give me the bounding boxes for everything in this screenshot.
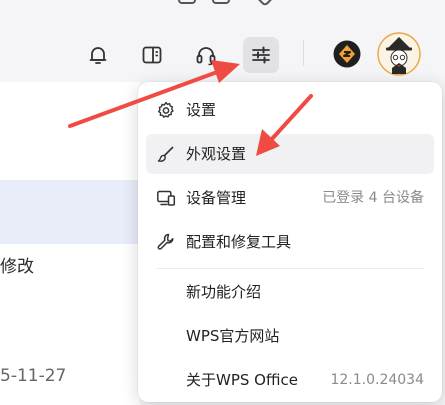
brush-icon xyxy=(157,146,174,162)
toolbar-divider xyxy=(303,40,304,66)
document-list-panel: 修改 5-11-27 xyxy=(0,82,140,405)
menu-item-repair-tools[interactable]: 配置和修复工具 xyxy=(146,222,434,262)
toolbar-partial-icon xyxy=(178,0,196,4)
devices-icon xyxy=(157,190,176,206)
top-toolbar xyxy=(0,0,445,82)
headset-icon xyxy=(196,47,216,66)
avatar[interactable] xyxy=(377,32,421,76)
menu-item-device-management[interactable]: 设备管理 已登录 4 台设备 xyxy=(146,178,434,218)
membership-badge-button[interactable] xyxy=(329,36,365,72)
menu-item-wps-website[interactable]: WPS官方网站 xyxy=(146,316,434,356)
menu-item-about[interactable]: 关于WPS Office 12.1.0.24034 xyxy=(146,360,434,400)
selected-list-row[interactable] xyxy=(0,180,140,244)
menu-item-label: WPS官方网站 xyxy=(186,327,280,345)
version-number: 12.1.0.24034 xyxy=(330,372,424,388)
menu-item-label: 新功能介绍 xyxy=(186,283,262,301)
menu-divider xyxy=(156,268,424,269)
menu-item-label: 外观设置 xyxy=(186,145,247,163)
sidebar-toggle-button[interactable] xyxy=(134,37,170,73)
menu-item-label: 关于WPS Office xyxy=(186,371,298,389)
menu-item-appearance[interactable]: 外观设置 xyxy=(146,134,434,174)
bell-icon xyxy=(89,47,107,64)
logged-in-devices-count: 已登录 4 台设备 xyxy=(322,190,424,206)
sidebar-panel-icon xyxy=(142,46,162,64)
toolbar-partial-icon xyxy=(212,0,230,4)
notifications-button[interactable] xyxy=(80,37,116,73)
settings-menu-button[interactable] xyxy=(243,37,279,73)
list-item-text: 修改 xyxy=(0,257,34,277)
menu-item-settings[interactable]: 设置 xyxy=(146,90,434,130)
menu-item-label: 设备管理 xyxy=(186,189,247,207)
wrench-icon xyxy=(157,233,174,250)
membership-badge-icon xyxy=(333,40,361,68)
toolbar-partial-icon xyxy=(255,0,275,7)
menu-item-label: 配置和修复工具 xyxy=(186,233,292,251)
settings-dropdown-menu: 设置 外观设置 设备管理 已登录 4 台设备 配置和修复工具 新功能介绍 WPS… xyxy=(138,82,442,402)
gear-icon xyxy=(158,101,174,118)
list-item-date: 5-11-27 xyxy=(0,366,67,386)
menu-item-label: 设置 xyxy=(186,101,217,119)
user-avatar-icon xyxy=(377,32,421,76)
sliders-icon xyxy=(252,46,270,64)
menu-item-whats-new[interactable]: 新功能介绍 xyxy=(146,272,434,312)
support-button[interactable] xyxy=(188,37,224,73)
